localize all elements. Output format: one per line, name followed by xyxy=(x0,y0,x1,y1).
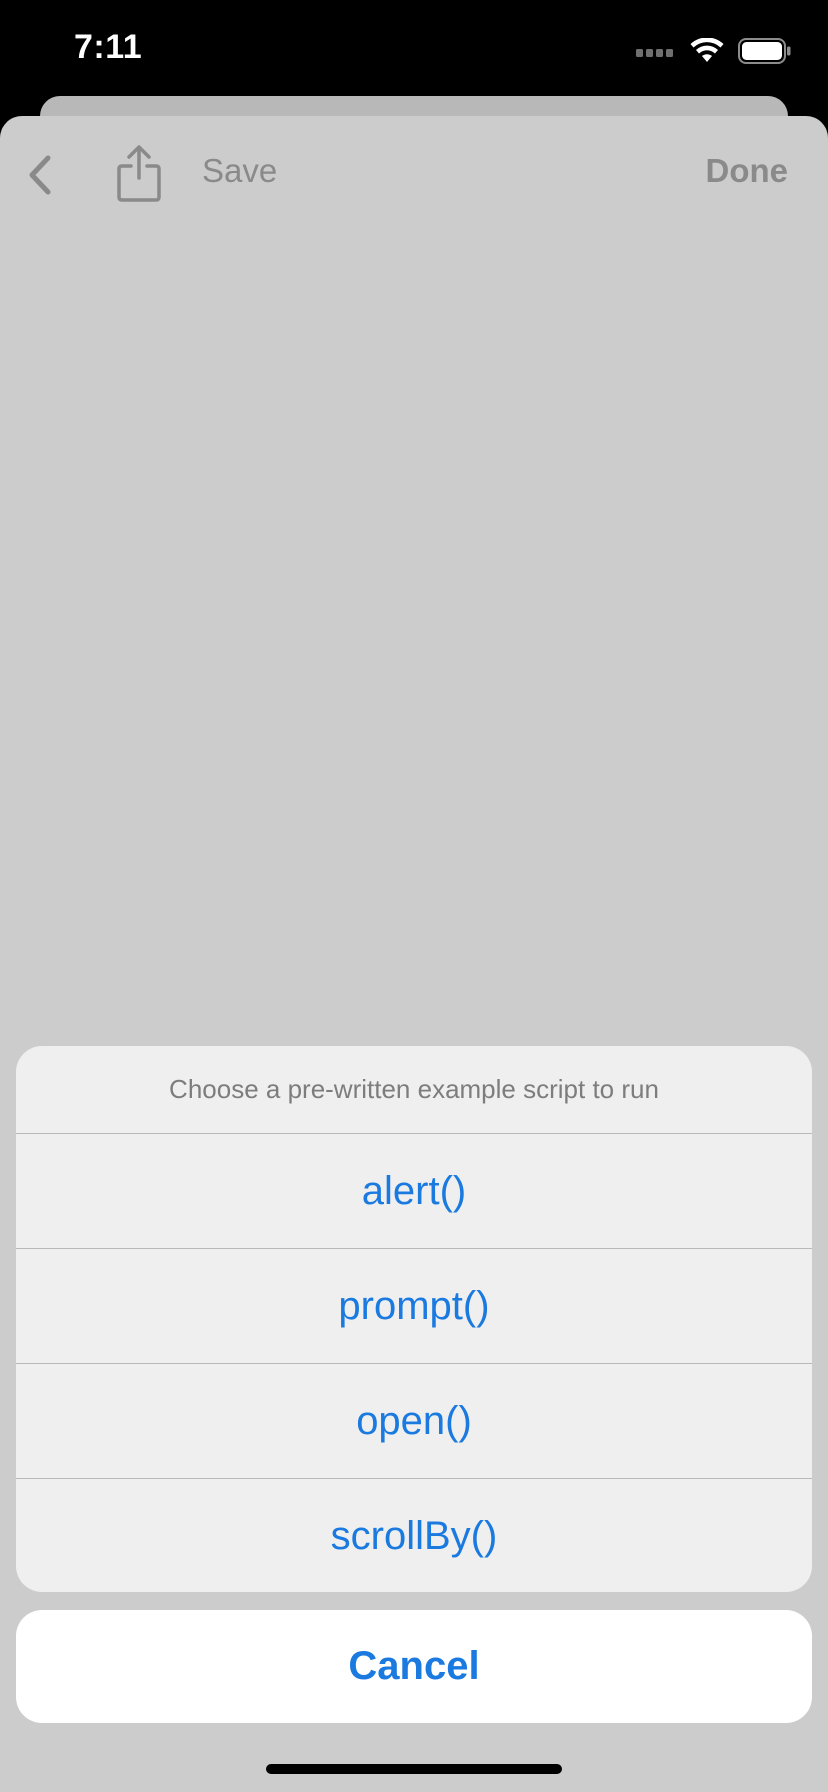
action-sheet-title: Choose a pre-written example script to r… xyxy=(16,1046,812,1134)
done-button[interactable]: Done xyxy=(706,152,789,190)
cellular-signal-icon xyxy=(636,49,673,57)
back-button[interactable] xyxy=(22,152,58,198)
action-alert-button[interactable]: alert() xyxy=(16,1134,812,1249)
status-time: 7:11 xyxy=(74,28,143,66)
chevron-left-icon xyxy=(29,155,51,195)
battery-icon xyxy=(738,38,791,64)
action-sheet: Choose a pre-written example script to r… xyxy=(16,1046,812,1592)
status-bar: 7:11 xyxy=(0,0,828,100)
action-open-button[interactable]: open() xyxy=(16,1364,812,1479)
share-button[interactable] xyxy=(116,144,162,204)
cancel-button[interactable]: Cancel xyxy=(16,1610,812,1723)
action-prompt-button[interactable]: prompt() xyxy=(16,1249,812,1364)
share-icon xyxy=(117,145,161,202)
status-icons xyxy=(636,38,792,64)
home-indicator[interactable] xyxy=(266,1764,562,1774)
navigation-bar: Save Done xyxy=(0,116,828,226)
save-button[interactable]: Save xyxy=(202,152,277,190)
wifi-icon xyxy=(690,38,724,62)
action-scrollby-button[interactable]: scrollBy() xyxy=(16,1479,812,1592)
